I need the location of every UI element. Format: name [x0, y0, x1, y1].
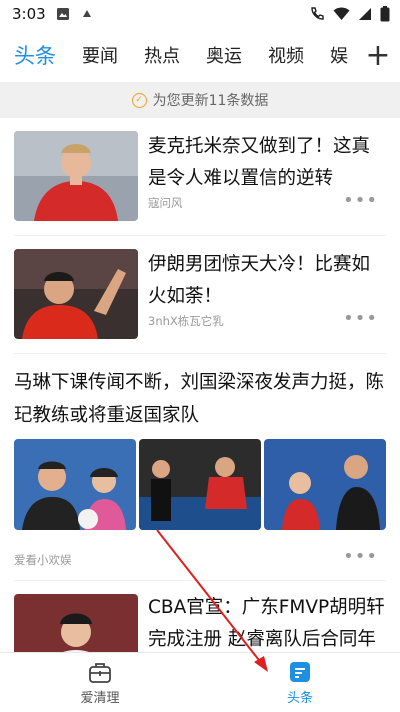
channel-tabs: 头条 要闻 热点 奥运 视频 娱 +: [0, 28, 400, 82]
article-image: [139, 439, 261, 530]
article-thumbnail: [14, 594, 138, 652]
article-title[interactable]: 马琳下课传闻不断，刘国梁深夜发声力挺，陈玘教练或将重返国家队: [14, 366, 386, 432]
article-title[interactable]: CBA官宣：广东FMVP胡明轩完成注册 赵睿离队后合同年: [148, 592, 386, 652]
bottom-nav-headlines-label: 头条: [286, 691, 313, 706]
article-source: 3nhX栋瓦它乳: [148, 314, 224, 328]
bottom-nav-clean-label: 爱清理: [80, 691, 120, 706]
update-notice: ✓ 为您更新11条数据: [0, 82, 400, 118]
list-item[interactable]: 麦克托米奈又做到了！这真是令人难以置信的逆转 寇问风 •••: [0, 118, 400, 236]
tab-video[interactable]: 视频: [268, 42, 304, 68]
add-channel-button[interactable]: +: [356, 28, 400, 82]
list-item[interactable]: 伊朗男团惊天大冷！比赛如火如荼！ 3nhX栋瓦它乳 •••: [0, 236, 400, 354]
wifi-icon: [333, 7, 350, 20]
article-image: [264, 439, 386, 530]
check-icon: ✓: [131, 92, 147, 108]
more-options-button[interactable]: •••: [343, 546, 378, 567]
article-title[interactable]: 伊朗男团惊天大冷！比赛如火如荼！: [148, 249, 386, 313]
list-item[interactable]: CBA官宣：广东FMVP胡明轩完成注册 赵睿离队后合同年: [0, 581, 400, 652]
tab-entertainment[interactable]: 娱: [330, 42, 348, 68]
article-source: 寇问风: [148, 196, 183, 210]
more-options-button[interactable]: •••: [343, 190, 378, 211]
signal-icon: [359, 8, 371, 20]
article-thumbnail: [14, 249, 138, 339]
image-notification-icon: [56, 8, 69, 20]
battery-icon: [380, 6, 390, 22]
article-image: [14, 439, 136, 530]
tab-hot[interactable]: 热点: [144, 42, 180, 68]
article-thumbnail: [14, 131, 138, 221]
tab-headlines[interactable]: 头条: [14, 40, 56, 70]
article-source: 爱看小欢娱: [14, 553, 72, 567]
bottom-nav-clean[interactable]: 爱清理: [0, 653, 200, 712]
toolbox-icon: [89, 663, 111, 683]
status-bar: 3:03: [0, 0, 400, 28]
tab-news[interactable]: 要闻: [82, 42, 118, 68]
call-icon: [311, 7, 324, 20]
article-title[interactable]: 麦克托米奈又做到了！这真是令人难以置信的逆转: [148, 131, 386, 195]
bottom-nav-headlines[interactable]: 头条: [200, 653, 400, 712]
news-icon: [290, 662, 310, 682]
tab-olympics[interactable]: 奥运: [206, 42, 242, 68]
update-notice-text: 为您更新11条数据: [152, 93, 269, 109]
bottom-nav: 爱清理 头条: [0, 652, 400, 712]
status-time: 3:03: [12, 5, 46, 23]
shield-notification-icon: [82, 10, 91, 17]
more-options-button[interactable]: •••: [343, 308, 378, 329]
